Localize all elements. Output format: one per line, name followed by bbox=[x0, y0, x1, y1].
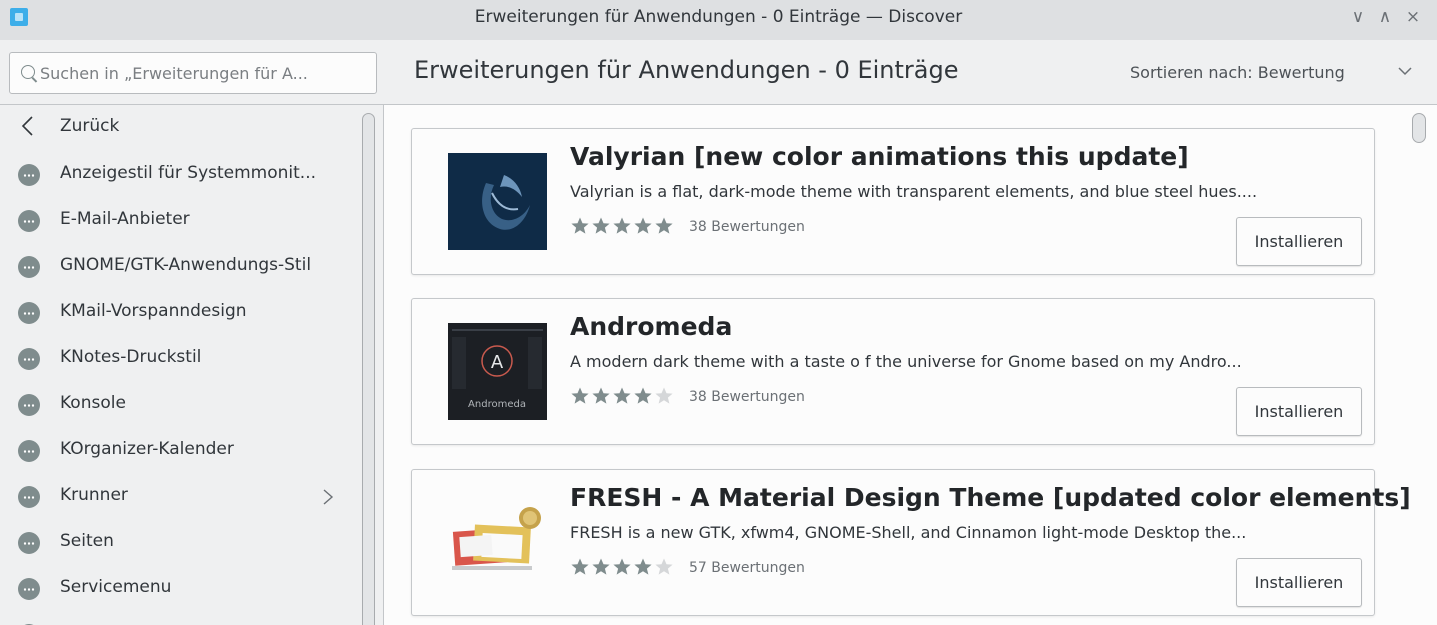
sidebar-item-konsole[interactable]: Konsole bbox=[0, 383, 350, 425]
back-label: Zurück bbox=[60, 116, 120, 136]
chevron-right-icon bbox=[323, 489, 334, 505]
star-filled-icon bbox=[613, 558, 631, 575]
result-card-andromeda[interactable]: A Andromeda Andromeda A modern dark them… bbox=[411, 298, 1375, 445]
chevron-down-icon[interactable] bbox=[1396, 62, 1414, 80]
more-icon bbox=[18, 164, 40, 186]
thumbnail-fresh bbox=[448, 494, 547, 591]
sort-dropdown-label[interactable]: Sortieren nach: Bewertung bbox=[1130, 63, 1345, 82]
result-card-fresh[interactable]: FRESH - A Material Design Theme [updated… bbox=[411, 469, 1411, 616]
window-title: Erweiterungen für Anwendungen - 0 Einträ… bbox=[474, 7, 963, 27]
sidebar-item-label: GNOME/GTK-Anwendungs-Stil bbox=[60, 255, 312, 275]
page-title: Erweiterungen für Anwendungen - 0 Einträ… bbox=[414, 56, 959, 84]
rating-stars bbox=[570, 216, 674, 236]
thumbnail-caption: Andromeda bbox=[468, 399, 526, 410]
sidebar-item-label: Seiten bbox=[60, 531, 114, 551]
ratings-count: 38 Bewertungen bbox=[689, 389, 805, 405]
sidebar-item-label: Krunner bbox=[60, 485, 128, 505]
rating-stars bbox=[570, 557, 674, 577]
install-button[interactable]: Installieren bbox=[1236, 217, 1362, 266]
star-filled-icon bbox=[634, 558, 652, 575]
maximize-icon[interactable]: ∧ bbox=[1375, 6, 1395, 28]
more-icon bbox=[18, 440, 40, 462]
more-icon bbox=[18, 210, 40, 232]
search-input[interactable] bbox=[40, 59, 370, 87]
sidebar-item-gnome-gtk[interactable]: GNOME/GTK-Anwendungs-Stil bbox=[0, 245, 350, 287]
minimize-icon[interactable]: ∨ bbox=[1348, 6, 1368, 28]
more-icon bbox=[18, 532, 40, 554]
search-field[interactable] bbox=[9, 52, 377, 94]
sidebar-item-korganizer[interactable]: KOrganizer-Kalender bbox=[0, 429, 350, 471]
sidebar-item-anzeigestil[interactable]: Anzeigestil für Systemmonit... bbox=[0, 153, 350, 195]
star-filled-icon bbox=[634, 217, 652, 234]
result-title: Andromeda bbox=[570, 312, 733, 341]
result-title: FRESH - A Material Design Theme [updated… bbox=[570, 483, 1411, 512]
more-icon bbox=[18, 256, 40, 278]
ratings-count: 38 Bewertungen bbox=[689, 219, 805, 235]
sidebar-item-label: KMail-Vorspanndesign bbox=[60, 301, 247, 321]
sidebar-item-kmail[interactable]: KMail-Vorspanndesign bbox=[0, 291, 350, 333]
sidebar-item-label: Anzeigestil für Systemmonit... bbox=[60, 163, 317, 183]
results-list: Valyrian [new color animations this upda… bbox=[384, 105, 1437, 625]
star-empty-icon bbox=[655, 387, 673, 404]
star-filled-icon bbox=[571, 217, 589, 234]
search-icon bbox=[21, 65, 35, 79]
star-empty-icon bbox=[655, 558, 673, 575]
sidebar-item-knotes[interactable]: KNotes-Druckstil bbox=[0, 337, 350, 379]
result-description: A modern dark theme with a taste o f the… bbox=[570, 352, 1242, 371]
sidebar-item-label: KOrganizer-Kalender bbox=[60, 439, 234, 459]
result-card-valyrian[interactable]: Valyrian [new color animations this upda… bbox=[411, 128, 1375, 275]
chevron-left-icon bbox=[21, 116, 33, 136]
sidebar-item-seiten[interactable]: Seiten bbox=[0, 521, 350, 563]
star-filled-icon bbox=[592, 558, 610, 575]
sidebar-item-email-anbieter[interactable]: E-Mail-Anbieter bbox=[0, 199, 350, 241]
sidebar-item-label: Servicemenu bbox=[60, 577, 172, 597]
star-filled-icon bbox=[592, 387, 610, 404]
star-filled-icon bbox=[571, 558, 589, 575]
sidebar-scrollbar[interactable] bbox=[362, 113, 375, 625]
sidebar-item-label: KNotes-Druckstil bbox=[60, 347, 202, 367]
thumbnail-letter: A bbox=[491, 352, 504, 373]
result-title: Valyrian [new color animations this upda… bbox=[570, 142, 1189, 171]
result-description: FRESH is a new GTK, xfwm4, GNOME-Shell, … bbox=[570, 523, 1247, 542]
sidebar-item-label: E-Mail-Anbieter bbox=[60, 209, 190, 229]
more-icon bbox=[18, 394, 40, 416]
install-button[interactable]: Installieren bbox=[1236, 387, 1362, 436]
sidebar-item-servicemenu[interactable]: Servicemenu bbox=[0, 567, 350, 609]
install-button[interactable]: Installieren bbox=[1236, 558, 1362, 607]
sidebar-item-krunner[interactable]: Krunner bbox=[0, 475, 350, 517]
more-icon bbox=[18, 578, 40, 600]
discover-window: Erweiterungen für Anwendungen - 0 Einträ… bbox=[0, 0, 1437, 625]
ratings-count: 57 Bewertungen bbox=[689, 560, 805, 576]
star-filled-icon bbox=[613, 217, 631, 234]
star-filled-icon bbox=[592, 217, 610, 234]
result-description: Valyrian is a flat, dark-mode theme with… bbox=[570, 182, 1258, 201]
title-bar: Erweiterungen für Anwendungen - 0 Einträ… bbox=[0, 0, 1437, 40]
thumbnail-andromeda: A Andromeda bbox=[448, 323, 547, 420]
star-filled-icon bbox=[655, 217, 673, 234]
results-scrollbar[interactable] bbox=[1412, 113, 1426, 143]
back-button[interactable]: Zurück bbox=[0, 107, 350, 149]
more-icon bbox=[18, 302, 40, 324]
star-filled-icon bbox=[634, 387, 652, 404]
close-icon[interactable]: × bbox=[1403, 6, 1423, 28]
sidebar-item-cutoff[interactable] bbox=[0, 613, 350, 625]
rating-stars bbox=[570, 386, 674, 406]
more-icon bbox=[18, 486, 40, 508]
thumbnail-valyrian bbox=[448, 153, 547, 250]
category-sidebar: Zurück Anzeigestil für Systemmonit... E-… bbox=[0, 105, 383, 625]
more-icon bbox=[18, 348, 40, 370]
sidebar-item-label: Konsole bbox=[60, 393, 126, 413]
star-filled-icon bbox=[613, 387, 631, 404]
star-filled-icon bbox=[571, 387, 589, 404]
